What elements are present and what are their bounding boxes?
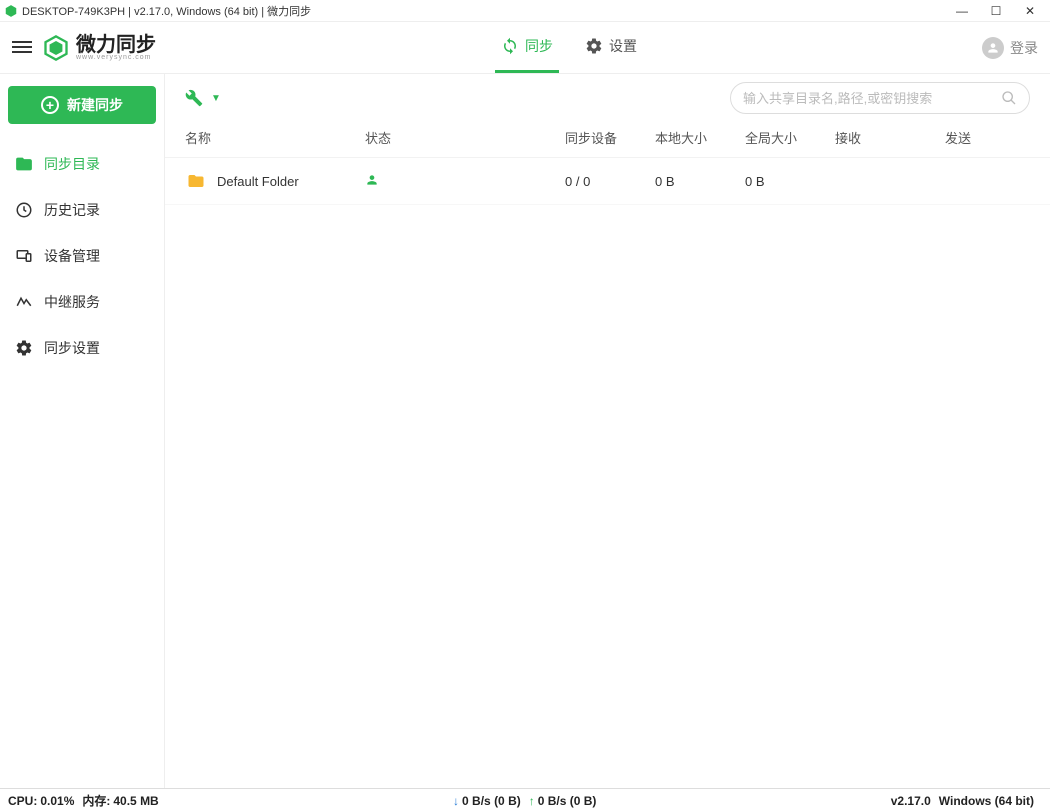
col-send[interactable]: 发送 <box>945 128 1030 147</box>
arrow-up-icon: ↑ <box>529 794 535 808</box>
sidebar-item-label: 同步目录 <box>44 154 100 174</box>
login-button[interactable]: 登录 <box>982 37 1038 59</box>
main-panel: ▼ 名称 状态 同步设备 本地大小 全局大小 接收 发送 Default Fol… <box>165 74 1050 788</box>
table-row[interactable]: Default Folder 0 / 0 0 B 0 B <box>165 158 1050 205</box>
col-name[interactable]: 名称 <box>185 128 365 147</box>
toolbar: ▼ <box>165 74 1050 122</box>
sidebar-item-sync-settings[interactable]: 同步设置 <box>8 328 156 368</box>
sync-icon <box>501 37 519 55</box>
tab-settings[interactable]: 设置 <box>579 22 643 73</box>
devices-icon <box>14 246 34 266</box>
mem-stat: 内存:40.5 MB <box>82 792 158 809</box>
sidebar-item-label: 中继服务 <box>44 292 100 312</box>
search-icon <box>1001 90 1017 106</box>
sidebar: + 新建同步 同步目录 历史记录 设备管理 中继服务 同步设置 <box>0 74 165 788</box>
row-devices: 0 / 0 <box>565 174 655 189</box>
tab-settings-label: 设置 <box>609 36 637 56</box>
minimize-button[interactable]: — <box>954 3 970 19</box>
row-global: 0 B <box>745 174 835 189</box>
login-label: 登录 <box>1010 38 1038 58</box>
brand-name: 微力同步 <box>76 35 156 55</box>
new-sync-button[interactable]: + 新建同步 <box>8 86 156 124</box>
brand-url: www.verysync.com <box>76 54 156 61</box>
row-name: Default Folder <box>217 174 299 189</box>
menu-button[interactable] <box>12 38 32 58</box>
col-devices[interactable]: 同步设备 <box>565 128 655 147</box>
folder-icon <box>14 154 34 174</box>
maximize-button[interactable]: ☐ <box>988 3 1004 19</box>
tab-sync[interactable]: 同步 <box>495 22 559 73</box>
status-ok-icon <box>365 173 379 187</box>
sidebar-item-devices[interactable]: 设备管理 <box>8 236 156 276</box>
col-local[interactable]: 本地大小 <box>655 128 745 147</box>
download-stat: ↓ 0 B/s (0 B) <box>453 794 521 808</box>
avatar-icon <box>982 37 1004 59</box>
close-button[interactable]: ✕ <box>1022 3 1038 19</box>
sidebar-item-label: 历史记录 <box>44 200 100 220</box>
wrench-icon <box>185 89 203 107</box>
search-box[interactable] <box>730 82 1030 114</box>
col-recv[interactable]: 接收 <box>835 128 945 147</box>
arrow-down-icon: ↓ <box>453 794 459 808</box>
gear-icon <box>14 338 34 358</box>
status-bar: CPU:0.01% 内存:40.5 MB ↓ 0 B/s (0 B) ↑ 0 B… <box>0 788 1050 812</box>
col-global[interactable]: 全局大小 <box>745 128 835 147</box>
sidebar-item-sync-folders[interactable]: 同步目录 <box>8 144 156 184</box>
app-icon <box>4 4 18 18</box>
plus-icon: + <box>41 96 59 114</box>
table-header: 名称 状态 同步设备 本地大小 全局大小 接收 发送 <box>165 122 1050 158</box>
relay-icon <box>14 292 34 312</box>
sidebar-item-label: 同步设置 <box>44 338 100 358</box>
sidebar-item-relay[interactable]: 中继服务 <box>8 282 156 322</box>
row-local: 0 B <box>655 174 745 189</box>
history-icon <box>14 200 34 220</box>
os-label: Windows (64 bit) <box>939 794 1034 808</box>
tools-dropdown[interactable]: ▼ <box>185 89 221 107</box>
logo: 微力同步 www.verysync.com <box>42 34 156 62</box>
row-status <box>365 173 565 190</box>
cpu-stat: CPU:0.01% <box>8 794 74 808</box>
upload-stat: ↑ 0 B/s (0 B) <box>529 794 597 808</box>
topbar: 微力同步 www.verysync.com 同步 设置 登录 <box>0 22 1050 74</box>
titlebar: DESKTOP-749K3PH | v2.17.0, Windows (64 b… <box>0 0 1050 22</box>
folder-icon <box>185 172 207 190</box>
window-title: DESKTOP-749K3PH | v2.17.0, Windows (64 b… <box>22 3 954 19</box>
new-sync-label: 新建同步 <box>67 95 123 115</box>
search-input[interactable] <box>743 91 1001 106</box>
version-label: v2.17.0 <box>891 794 931 808</box>
gear-icon <box>585 37 603 55</box>
caret-down-icon: ▼ <box>211 93 221 104</box>
sidebar-item-label: 设备管理 <box>44 246 100 266</box>
col-status[interactable]: 状态 <box>365 128 565 147</box>
logo-icon <box>42 34 70 62</box>
tab-sync-label: 同步 <box>525 36 553 56</box>
sidebar-item-history[interactable]: 历史记录 <box>8 190 156 230</box>
